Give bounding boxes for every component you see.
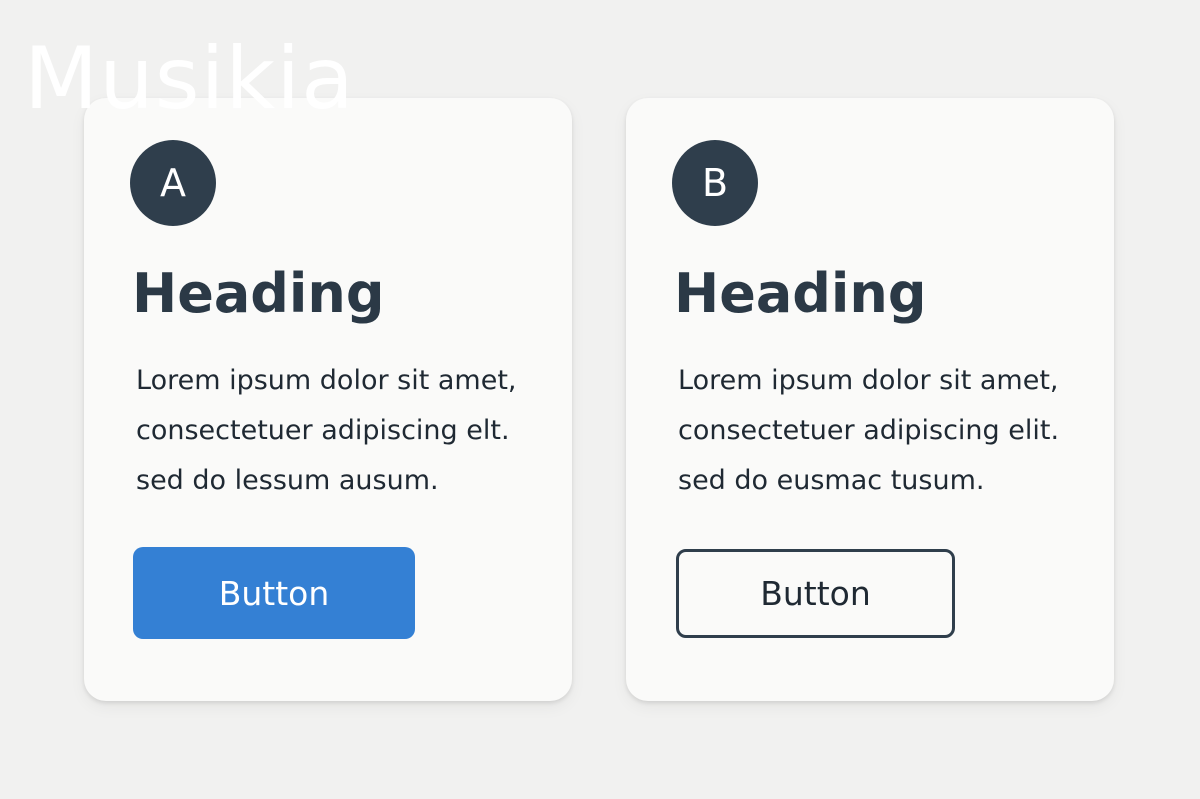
card-a-body-line: Lorem ipsum dolor sit amet, xyxy=(136,365,517,396)
card-a-body: Lorem ipsum dolor sit amet, consectetuer… xyxy=(136,356,566,506)
card-b-body-line: Lorem ipsum dolor sit amet, xyxy=(678,365,1059,396)
card-b-body-line: sed do eusmac tusum. xyxy=(678,465,985,496)
card-a-body-line: consectetuer adipiscing elt. xyxy=(136,415,510,446)
watermark-logo: Musikia xyxy=(24,29,355,129)
card-a-primary-button[interactable]: Button xyxy=(133,547,415,639)
card-b-body-line: consectetuer adipiscing elit. xyxy=(678,415,1060,446)
card-b: B Heading Lorem ipsum dolor sit amet, co… xyxy=(626,98,1114,701)
card-a-heading: Heading xyxy=(132,262,385,325)
card-b-heading: Heading xyxy=(674,262,927,325)
card-a-body-line: sed do lessum ausum. xyxy=(136,465,439,496)
card-b-body: Lorem ipsum dolor sit amet, consectetuer… xyxy=(678,356,1108,506)
card-b-outline-button[interactable]: Button xyxy=(676,549,955,638)
badge-a: A xyxy=(130,140,216,226)
badge-b: B xyxy=(672,140,758,226)
card-a: A Heading Lorem ipsum dolor sit amet, co… xyxy=(84,98,572,701)
